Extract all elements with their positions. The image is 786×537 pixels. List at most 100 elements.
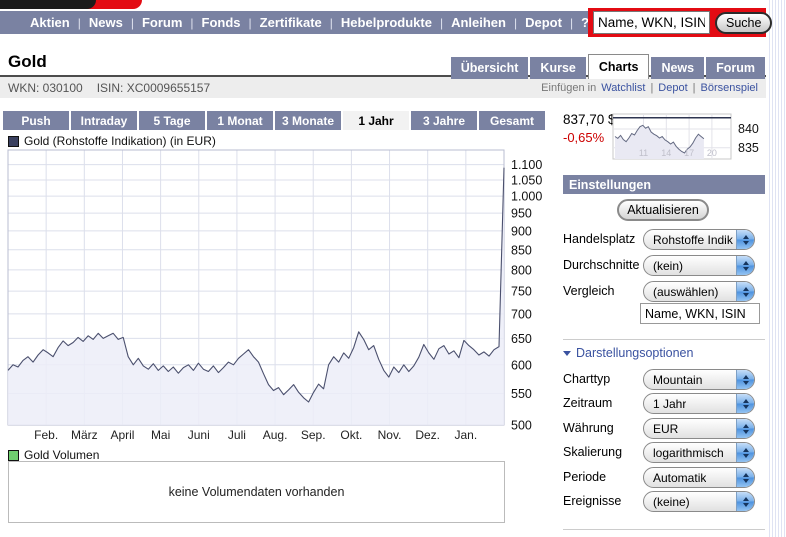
tab-forum[interactable]: Forum bbox=[706, 57, 765, 79]
x-axis-label: Jan. bbox=[455, 428, 478, 442]
y-axis-label: 950 bbox=[511, 207, 532, 221]
nav-item-forum[interactable]: Forum bbox=[142, 15, 182, 30]
select-value: Mountain bbox=[644, 373, 702, 387]
series-legend-label: Gold (Rohstoffe Indikation) (in EUR) bbox=[24, 134, 216, 148]
period-1-jahr[interactable]: 1 Jahr bbox=[343, 111, 409, 130]
nav-item-anleihen[interactable]: Anleihen bbox=[451, 15, 506, 30]
x-axis-label: Aug. bbox=[263, 428, 288, 442]
y-axis-label: 850 bbox=[511, 243, 532, 257]
link-watchlist[interactable]: Watchlist bbox=[601, 82, 645, 94]
volume-legend-label: Gold Volumen bbox=[24, 448, 99, 462]
select-stepper-icon bbox=[736, 256, 754, 275]
ereignisse-label: Ereignisse bbox=[563, 494, 621, 508]
select-value: EUR bbox=[644, 422, 678, 436]
select-value: Rohstoffe Indik bbox=[644, 233, 733, 247]
nav-item-fonds[interactable]: Fonds bbox=[202, 15, 241, 30]
y-axis-label: 650 bbox=[511, 332, 532, 346]
period-intraday[interactable]: Intraday bbox=[71, 111, 137, 130]
x-axis-label: März bbox=[71, 428, 98, 442]
link-depot[interactable]: Depot bbox=[658, 82, 687, 94]
price-area bbox=[8, 168, 504, 425]
select-value: (keine) bbox=[644, 495, 690, 509]
intraday-mini-chart: 11141720840835 bbox=[611, 112, 766, 164]
y-axis-label: 600 bbox=[511, 358, 532, 372]
settings-row-periode: Periode Automatik bbox=[563, 467, 765, 489]
page-background-stripes bbox=[769, 0, 786, 537]
mini-x-label: 17 bbox=[684, 148, 694, 158]
volume-swatch-icon bbox=[8, 450, 19, 461]
select-stepper-icon bbox=[736, 230, 754, 249]
period-3-jahre[interactable]: 3 Jahre bbox=[411, 111, 477, 130]
logo-fragment[interactable] bbox=[0, 0, 96, 9]
vergleich-select[interactable]: (auswählen) bbox=[643, 281, 755, 302]
settings-row-durchschnitte: Durchschnitte (kein) bbox=[563, 255, 765, 277]
select-value: logarithmisch bbox=[644, 446, 724, 460]
y-axis-label: 500 bbox=[511, 419, 532, 433]
tab-uebersicht[interactable]: Übersicht bbox=[451, 57, 529, 79]
select-stepper-icon bbox=[736, 468, 754, 487]
mini-y-label: 840 bbox=[738, 122, 759, 136]
ereignisse-select[interactable]: (keine) bbox=[643, 491, 755, 512]
waehrung-select[interactable]: EUR bbox=[643, 418, 755, 439]
volume-legend: Gold Volumen bbox=[8, 448, 99, 462]
tab-charts[interactable]: Charts bbox=[588, 54, 650, 79]
isin-label: ISIN: XC0009655157 bbox=[97, 81, 210, 95]
nav-separator: | bbox=[78, 16, 81, 30]
search-input[interactable] bbox=[593, 11, 710, 34]
display-options-toggle[interactable]: Darstellungsoptionen bbox=[563, 346, 693, 360]
durchschnitte-select[interactable]: (kein) bbox=[643, 255, 755, 276]
search-button[interactable]: Suche bbox=[715, 12, 772, 34]
period-3-monate[interactable]: 3 Monate bbox=[275, 111, 341, 130]
instrument-tabs: Übersicht Kurse Charts News Forum bbox=[451, 54, 765, 79]
settings-row-skalierung: Skalierung logarithmisch bbox=[563, 442, 765, 464]
page-title: Gold bbox=[8, 52, 47, 72]
x-axis-label: Sep. bbox=[301, 428, 326, 442]
select-stepper-icon bbox=[736, 370, 754, 389]
nav-item-news[interactable]: News bbox=[89, 15, 123, 30]
x-axis-label: Feb. bbox=[34, 428, 58, 442]
handelsplatz-select[interactable]: Rohstoffe Indik bbox=[643, 229, 755, 250]
refresh-button[interactable]: Aktualisieren bbox=[617, 199, 709, 221]
search-bar: Suche bbox=[588, 8, 766, 37]
mini-y-label: 835 bbox=[738, 141, 759, 155]
settings-row-vergleich: Vergleich (auswählen) bbox=[563, 281, 765, 303]
y-axis-label: 1.000 bbox=[511, 190, 542, 204]
x-axis-label: Dez. bbox=[415, 428, 440, 442]
nav-item-zertifikate[interactable]: Zertifikate bbox=[260, 15, 322, 30]
link-boersenspiel[interactable]: Börsenspiel bbox=[701, 82, 758, 94]
waehrung-label: Währung bbox=[563, 421, 614, 435]
nav-separator: | bbox=[514, 16, 517, 30]
skalierung-select[interactable]: logarithmisch bbox=[643, 442, 755, 463]
quote-price: 837,70 $ bbox=[563, 112, 616, 127]
y-axis-label: 1.050 bbox=[511, 174, 542, 188]
y-axis-label: 550 bbox=[511, 387, 532, 401]
vergleich-label: Vergleich bbox=[563, 284, 614, 298]
y-axis-label: 800 bbox=[511, 263, 532, 277]
instrument-info-bar: WKN: 030100 ISIN: XC0009655157 Einfügen … bbox=[0, 77, 766, 98]
x-axis-label: Okt. bbox=[340, 428, 362, 442]
period-5-tage[interactable]: 5 Tage bbox=[139, 111, 205, 130]
skalierung-label: Skalierung bbox=[563, 445, 622, 459]
main-price-chart: 1.1001.0501.0009509008508007507006506005… bbox=[2, 148, 554, 444]
nav-item-hebelprodukte[interactable]: Hebelprodukte bbox=[341, 15, 432, 30]
zeitraum-select[interactable]: 1 Jahr bbox=[643, 393, 755, 414]
nav-item-aktien[interactable]: Aktien bbox=[30, 15, 70, 30]
nav-separator: | bbox=[131, 16, 134, 30]
settings-row-zeitraum: Zeitraum 1 Jahr bbox=[563, 393, 765, 415]
select-stepper-icon bbox=[736, 419, 754, 438]
nav-item-depot[interactable]: Depot bbox=[525, 15, 562, 30]
x-axis-label: Mai bbox=[151, 428, 170, 442]
page: Aktien | News | Forum | Fonds | Zertifik… bbox=[0, 0, 786, 537]
compare-search-input[interactable] bbox=[640, 303, 760, 324]
x-axis-label: Juli bbox=[228, 428, 246, 442]
charttyp-select[interactable]: Mountain bbox=[643, 369, 755, 390]
tab-news[interactable]: News bbox=[651, 57, 704, 79]
period-push[interactable]: Push bbox=[3, 111, 69, 130]
period-1-monat[interactable]: 1 Monat bbox=[207, 111, 273, 130]
tab-kurse[interactable]: Kurse bbox=[530, 57, 585, 79]
volume-empty-box: keine Volumendaten vorhanden bbox=[8, 461, 505, 523]
nav-separator: | bbox=[330, 16, 333, 30]
period-gesamt[interactable]: Gesamt bbox=[479, 111, 545, 130]
zeitraum-label: Zeitraum bbox=[563, 396, 612, 410]
periode-select[interactable]: Automatik bbox=[643, 467, 755, 488]
